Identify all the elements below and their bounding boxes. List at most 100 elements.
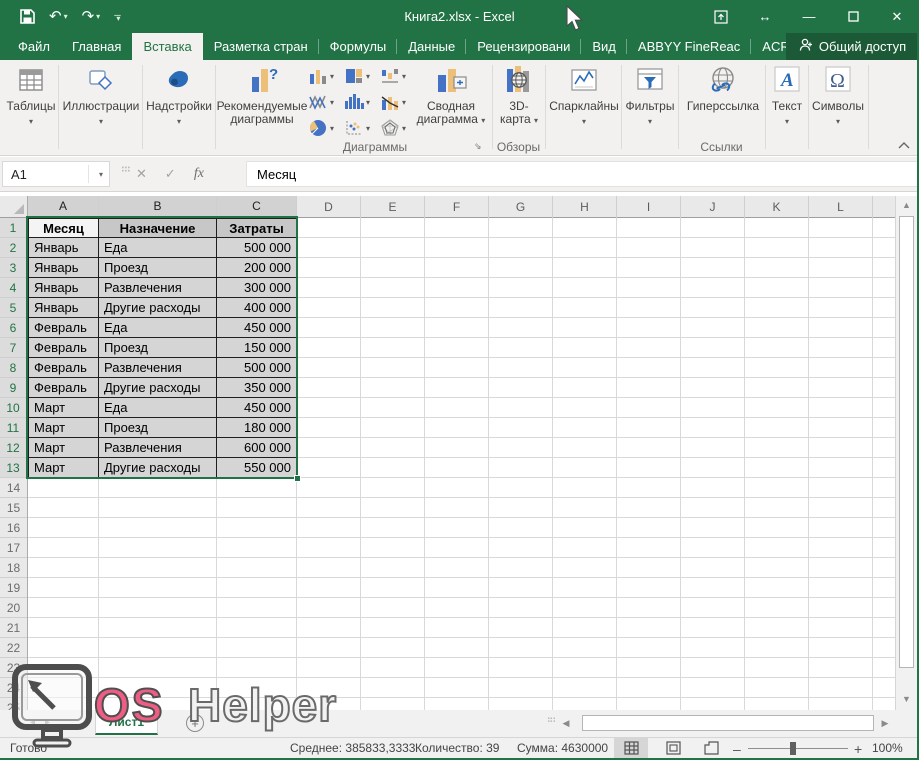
amount-cell[interactable]: 450 000 <box>217 398 297 418</box>
cancel-icon[interactable]: ✕ <box>136 166 147 182</box>
column-header[interactable]: L <box>809 196 873 218</box>
scroll-up-icon[interactable]: ▲ <box>896 200 917 210</box>
symbols-button[interactable]: Ω Символы ▾ <box>810 65 866 128</box>
tab-view[interactable]: Вид <box>581 33 627 60</box>
amount-cell[interactable]: 180 000 <box>217 418 297 438</box>
category-cell[interactable]: Еда <box>99 238 217 258</box>
tab-data[interactable]: Данные <box>397 33 466 60</box>
amount-cell[interactable]: 600 000 <box>217 438 297 458</box>
resize-icon[interactable]: ↔ <box>743 0 787 33</box>
tab-insert[interactable]: Вставка <box>132 33 202 60</box>
ribbon-display-options-button[interactable] <box>699 0 743 33</box>
category-cell[interactable]: Развлечения <box>99 358 217 378</box>
column-header[interactable]: A <box>28 196 99 218</box>
month-cell[interactable]: Март <box>28 438 99 458</box>
category-cell[interactable]: Проезд <box>99 418 217 438</box>
tab-home[interactable]: Главная <box>61 33 132 60</box>
addins-button[interactable]: Надстройки ▾ <box>147 65 211 128</box>
row-header[interactable]: 25 <box>0 698 27 710</box>
row-header[interactable]: 6 <box>0 318 28 338</box>
tables-button[interactable]: Таблицы ▾ <box>5 65 57 128</box>
row-header[interactable]: 22 <box>0 638 27 658</box>
row-header[interactable]: 10 <box>0 398 28 418</box>
month-cell[interactable]: Март <box>28 418 99 438</box>
filters-button[interactable]: Фильтры ▾ <box>624 65 676 128</box>
column-header[interactable]: C <box>217 196 297 218</box>
sheet-tab[interactable]: Лист1 <box>95 710 158 735</box>
amount-cell[interactable]: 450 000 <box>217 318 297 338</box>
close-button[interactable]: ✕ <box>875 0 919 33</box>
row-header[interactable]: 1 <box>0 218 28 238</box>
column-header[interactable]: D <box>297 196 361 218</box>
recommended-charts-button[interactable]: ? Рекомендуемые диаграммы <box>218 65 306 126</box>
month-cell[interactable]: Январь <box>28 258 99 278</box>
horizontal-scroll-thumb[interactable] <box>582 715 874 731</box>
map-3d-button[interactable]: 3D- карта ▾ <box>495 65 543 127</box>
insert-function-icon[interactable]: fx <box>194 166 204 182</box>
zoom-slider-thumb[interactable] <box>790 742 796 755</box>
pivot-chart-button[interactable]: Сводная диаграмма ▾ <box>415 65 487 127</box>
category-cell[interactable]: Другие расходы <box>99 378 217 398</box>
row-header[interactable]: 16 <box>0 518 27 538</box>
row-header[interactable]: 13 <box>0 458 28 478</box>
insert-hierarchy-chart-button[interactable]: ▾ <box>344 67 370 85</box>
insert-column-chart-button[interactable]: ▾ <box>308 67 334 85</box>
month-cell[interactable]: Февраль <box>28 378 99 398</box>
column-header[interactable]: I <box>617 196 681 218</box>
category-cell[interactable]: Развлечения <box>99 278 217 298</box>
tab-file[interactable]: Файл <box>0 33 61 60</box>
formula-input[interactable]: Месяц <box>246 161 919 187</box>
amount-cell[interactable]: 350 000 <box>217 378 297 398</box>
month-cell[interactable]: Январь <box>28 238 99 258</box>
column-header[interactable]: H <box>553 196 617 218</box>
add-sheet-button[interactable]: + <box>186 714 204 732</box>
cell-A1[interactable]: Месяц <box>28 218 99 238</box>
column-header[interactable]: F <box>425 196 489 218</box>
row-header[interactable]: 4 <box>0 278 28 298</box>
tab-formulas[interactable]: Формулы <box>319 33 398 60</box>
column-header[interactable]: K <box>745 196 809 218</box>
row-header[interactable]: 12 <box>0 438 28 458</box>
text-button[interactable]: A Текст ▾ <box>768 65 806 128</box>
vertical-scroll-thumb[interactable] <box>899 216 914 668</box>
cell-B1[interactable]: Назначение <box>99 218 217 238</box>
zoom-slider[interactable] <box>748 748 848 749</box>
page-layout-view-button[interactable] <box>656 738 690 758</box>
scroll-right-icon[interactable]: ▶ <box>877 714 893 732</box>
row-header[interactable]: 14 <box>0 478 27 498</box>
category-cell[interactable]: Еда <box>99 318 217 338</box>
zoom-in-button[interactable]: + <box>854 741 862 757</box>
row-header[interactable]: 5 <box>0 298 28 318</box>
row-header[interactable]: 18 <box>0 558 27 578</box>
share-button[interactable]: Общий доступ <box>786 33 919 60</box>
category-cell[interactable]: Другие расходы <box>99 298 217 318</box>
row-header[interactable]: 3 <box>0 258 28 278</box>
scroll-left-icon[interactable]: ◀ <box>558 714 574 732</box>
insert-waterfall-chart-button[interactable]: ▾ <box>380 67 406 85</box>
row-header[interactable]: 9 <box>0 378 28 398</box>
amount-cell[interactable]: 400 000 <box>217 298 297 318</box>
fill-handle[interactable] <box>294 475 301 482</box>
amount-cell[interactable]: 500 000 <box>217 238 297 258</box>
hyperlink-button[interactable]: Гиперссылка <box>682 65 764 113</box>
category-cell[interactable]: Еда <box>99 398 217 418</box>
name-box[interactable]: A1 ▾ <box>2 161 110 187</box>
insert-pie-chart-button[interactable]: ▾ <box>308 119 334 137</box>
zoom-out-button[interactable]: – <box>733 741 741 757</box>
row-header[interactable]: 21 <box>0 618 27 638</box>
tab-abbyy-finereader[interactable]: ABBYY FineReac <box>627 33 751 60</box>
column-header[interactable]: G <box>489 196 553 218</box>
month-cell[interactable]: Март <box>28 398 99 418</box>
category-cell[interactable]: Развлечения <box>99 438 217 458</box>
row-header[interactable]: 15 <box>0 498 27 518</box>
month-cell[interactable]: Февраль <box>28 358 99 378</box>
sheet-nav-arrows[interactable]: ◂▸ <box>30 717 60 728</box>
column-header[interactable]: J <box>681 196 745 218</box>
row-header[interactable]: 19 <box>0 578 27 598</box>
cell-C1[interactable]: Затраты <box>217 218 297 238</box>
month-cell[interactable]: Январь <box>28 298 99 318</box>
sparklines-button[interactable]: Спарклайны ▾ <box>548 65 620 128</box>
amount-cell[interactable]: 150 000 <box>217 338 297 358</box>
row-header[interactable]: 17 <box>0 538 27 558</box>
dialog-launcher-icon[interactable]: ⇘ <box>474 141 482 152</box>
